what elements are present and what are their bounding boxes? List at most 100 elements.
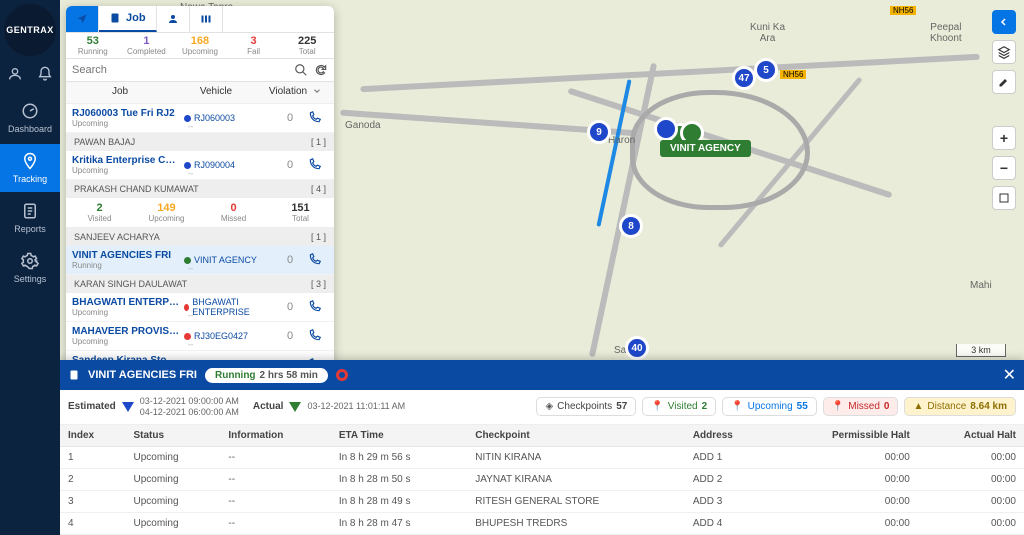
map-pin-8[interactable]: 8	[619, 214, 643, 238]
side-nav: GENTRAX Dashboard Tracking Reports Setti…	[0, 0, 60, 535]
nav-dashboard[interactable]: Dashboard	[0, 94, 60, 142]
tab-job[interactable]: Job	[99, 6, 157, 32]
col-act: Actual Halt	[918, 425, 1024, 447]
jobs-list[interactable]: RJ060003 Tue Fri RJ2UpcomingRJ060003--0P…	[66, 104, 334, 372]
map-label-peepal: Peepal Khoont	[930, 22, 962, 44]
zoom-in-button[interactable]: +	[992, 126, 1016, 150]
sum-running[interactable]: 53Running	[66, 33, 120, 58]
map-label-haron: Haron	[608, 135, 635, 146]
hdr-vehicle: Vehicle	[168, 86, 264, 99]
call-icon[interactable]	[308, 328, 328, 345]
map-label-kuni: Kuni Ka Ara	[750, 22, 785, 44]
col-status: Status	[126, 425, 221, 447]
panel-table-head: Job Vehicle Violation	[66, 82, 334, 104]
brand-logo: GENTRAX	[4, 4, 56, 56]
act-start: 03-12-2021 11:01:11 AM	[307, 401, 405, 412]
sum-fail[interactable]: 3Fail	[227, 33, 281, 58]
jobs-panel: Job 53Running 1Completed 168Upcoming 3Fa…	[66, 6, 334, 372]
user-icon[interactable]	[7, 66, 23, 82]
list-group[interactable]: PAWAN BAJAJ[ 1 ]	[66, 133, 334, 151]
collapse-panel-button[interactable]	[992, 10, 1016, 34]
table-row[interactable]: 3Upcoming--In 8 h 28 m 49 sRITESH GENERA…	[60, 490, 1024, 512]
map-label-nh56a: NH56	[890, 6, 916, 15]
map-vehicle-badge[interactable]: VINIT AGENCY	[660, 140, 751, 157]
tab-people[interactable]	[157, 6, 190, 32]
nav-settings-label: Settings	[14, 274, 47, 284]
flag-estimated-icon	[122, 402, 134, 412]
call-icon[interactable]	[308, 252, 328, 269]
sheet-meta: Estimated 03-12-2021 09:00:00 AM 04-12-2…	[60, 390, 1024, 425]
secondary-summary: 2Visited149Upcoming0Missed151Total	[66, 198, 334, 228]
main-area: Nawa Tapra Ganoda Haron Kuni Ka Ara Peep…	[60, 0, 1024, 535]
table-row[interactable]: 2Upcoming--In 8 h 28 m 50 sJAYNAT KIRANA…	[60, 468, 1024, 490]
flag-actual-icon	[289, 402, 301, 412]
pill-visited[interactable]: 📍Visited 2	[642, 397, 716, 416]
map-label-ganoda: Ganoda	[345, 120, 381, 131]
list-group[interactable]: PRAKASH CHAND KUMAWAT[ 4 ]	[66, 180, 334, 198]
job-row[interactable]: MAHAVEER PROVISION...UpcomingRJ30EG0427-…	[66, 322, 334, 351]
zoom-out-button[interactable]: −	[992, 156, 1016, 180]
tab-grid[interactable]	[190, 6, 223, 32]
sum-total[interactable]: 225Total	[280, 33, 334, 58]
call-icon[interactable]	[308, 299, 328, 316]
nav-reports[interactable]: Reports	[0, 194, 60, 242]
sheet-title: VINIT AGENCIES FRI	[88, 369, 197, 381]
call-icon[interactable]	[308, 157, 328, 174]
pill-checkpoints[interactable]: ◈Checkpoints 57	[536, 397, 636, 416]
checkpoint-table-wrap[interactable]: Index Status Information ETA Time Checkp…	[60, 425, 1024, 535]
tab-locate[interactable]	[66, 6, 99, 32]
job-row[interactable]: Kritika Enterprise Chitt...UpcomingRJ090…	[66, 151, 334, 180]
col-perm: Permissible Halt	[772, 425, 918, 447]
map-scale: 3 km	[956, 344, 1006, 357]
sum-upcoming[interactable]: 168Upcoming	[173, 33, 227, 58]
sheet-header: VINIT AGENCIES FRI Running2 hrs 58 min ✕	[60, 360, 1024, 390]
list-group[interactable]: KARAN SINGH DAULAWAT[ 3 ]	[66, 275, 334, 293]
tab-job-label: Job	[126, 12, 146, 24]
chip-running: Running2 hrs 58 min	[205, 368, 328, 383]
map-label-mahi: Mahi	[970, 280, 992, 291]
list-group[interactable]: SANJEEV ACHARYA[ 1 ]	[66, 228, 334, 246]
checkpoint-table: Index Status Information ETA Time Checkp…	[60, 425, 1024, 535]
job-row[interactable]: BHAGWATI ENTERPRIS...UpcomingBHGAWATI EN…	[66, 293, 334, 322]
map-pin-9[interactable]: 9	[587, 120, 611, 144]
pill-distance[interactable]: ▲Distance 8.64 km	[904, 397, 1016, 416]
nav-reports-label: Reports	[14, 224, 46, 234]
fullscreen-button[interactable]	[992, 186, 1016, 210]
nav-dashboard-label: Dashboard	[8, 124, 52, 134]
map-tools: + −	[992, 10, 1016, 210]
col-cp: Checkpoint	[467, 425, 685, 447]
map-pin-51[interactable]: 5	[754, 58, 778, 82]
draw-button[interactable]	[992, 70, 1016, 94]
table-row[interactable]: 1Upcoming--In 8 h 29 m 56 sNITIN KIRANAA…	[60, 446, 1024, 468]
panel-summary: 53Running 1Completed 168Upcoming 3Fail 2…	[66, 33, 334, 59]
pill-missed[interactable]: 📍Missed 0	[823, 397, 899, 416]
table-row[interactable]: 4Upcoming--In 8 h 28 m 47 sBHUPESH TREDR…	[60, 512, 1024, 534]
nav-settings[interactable]: Settings	[0, 244, 60, 292]
estimated-label: Estimated	[68, 401, 116, 412]
hdr-job: Job	[72, 86, 168, 99]
job-row[interactable]: RJ060003 Tue Fri RJ2UpcomingRJ060003--0	[66, 104, 334, 133]
nav-tracking[interactable]: Tracking	[0, 144, 60, 192]
bell-icon[interactable]	[37, 66, 53, 82]
search-row	[66, 59, 334, 82]
panel-tabs: Job	[66, 6, 334, 33]
job-row[interactable]: VINIT AGENCIES FRIRunningVINIT AGENCY--0	[66, 246, 334, 275]
refresh-icon[interactable]	[314, 63, 328, 77]
actual-label: Actual	[253, 401, 284, 412]
search-icon[interactable]	[294, 63, 308, 77]
call-icon[interactable]	[308, 110, 328, 127]
pill-upcoming[interactable]: 📍Upcoming 55	[722, 397, 817, 416]
sum-completed[interactable]: 1Completed	[120, 33, 174, 58]
search-input[interactable]	[72, 64, 288, 76]
col-info: Information	[220, 425, 330, 447]
sheet-close-button[interactable]: ✕	[1003, 365, 1016, 385]
layers-button[interactable]	[992, 40, 1016, 64]
map-pin-40[interactable]: 40	[625, 336, 649, 360]
col-index: Index	[60, 425, 126, 447]
hdr-expand-icon[interactable]	[312, 86, 328, 99]
est-start: 03-12-2021 09:00:00 AM	[140, 396, 239, 407]
map-pin-47[interactable]: 47	[732, 66, 756, 90]
detail-sheet: VINIT AGENCIES FRI Running2 hrs 58 min ✕…	[60, 360, 1024, 535]
map-pin-cluster3[interactable]	[654, 117, 678, 141]
est-end: 04-12-2021 06:00:00 AM	[140, 407, 239, 418]
